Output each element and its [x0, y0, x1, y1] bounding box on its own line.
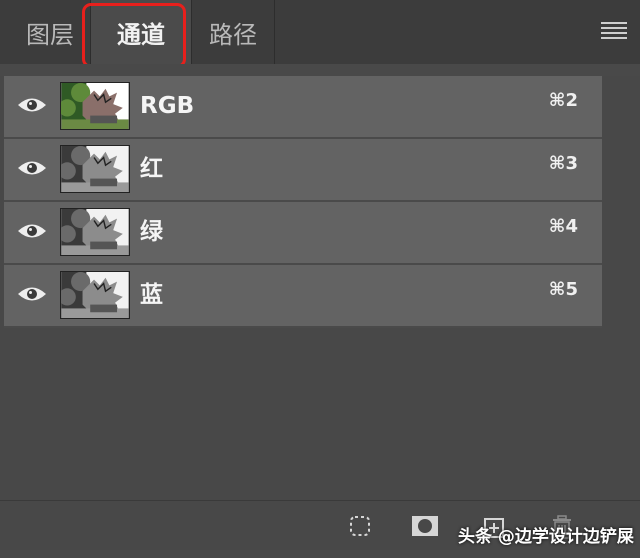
watermark: 头条 @边学设计边铲屎	[458, 527, 634, 547]
channel-row[interactable]: 红 ⌘3	[4, 139, 602, 202]
channel-name: RGB	[140, 93, 195, 119]
channel-thumbnail	[60, 82, 130, 130]
panel-tab-bar: 图层 通道 路径	[0, 0, 640, 68]
tab-divider	[191, 0, 192, 64]
channel-shortcut: ⌘4	[548, 216, 578, 237]
save-selection-icon[interactable]	[411, 515, 439, 537]
tab-layers[interactable]: 图层	[12, 0, 88, 64]
channel-shortcut: ⌘5	[548, 279, 578, 300]
channel-name: 红	[140, 156, 163, 182]
visibility-eye-icon[interactable]	[17, 284, 47, 304]
channel-shortcut: ⌘2	[548, 90, 578, 111]
channel-thumbnail	[60, 271, 130, 319]
channel-row[interactable]: 绿 ⌘4	[4, 202, 602, 265]
channel-thumbnail	[60, 208, 130, 256]
channel-thumbnail	[60, 145, 130, 193]
visibility-eye-icon[interactable]	[17, 158, 47, 178]
channel-name: 绿	[140, 219, 163, 245]
load-selection-icon[interactable]	[349, 515, 371, 537]
channel-name: 蓝	[140, 282, 163, 308]
tab-paths[interactable]: 路径	[193, 0, 273, 64]
channel-row[interactable]: 蓝 ⌘5	[4, 265, 602, 328]
channel-list: RGB ⌘2 红 ⌘3 绿 ⌘4 蓝 ⌘5	[4, 76, 602, 328]
visibility-eye-icon[interactable]	[17, 95, 47, 115]
channel-row[interactable]: RGB ⌘2	[4, 76, 602, 139]
highlight-annotation	[82, 3, 186, 68]
panel-header-gap	[0, 64, 640, 76]
channel-shortcut: ⌘3	[548, 153, 578, 174]
visibility-eye-icon[interactable]	[17, 221, 47, 241]
tab-divider	[274, 0, 275, 64]
panel-menu-icon[interactable]	[601, 22, 627, 40]
